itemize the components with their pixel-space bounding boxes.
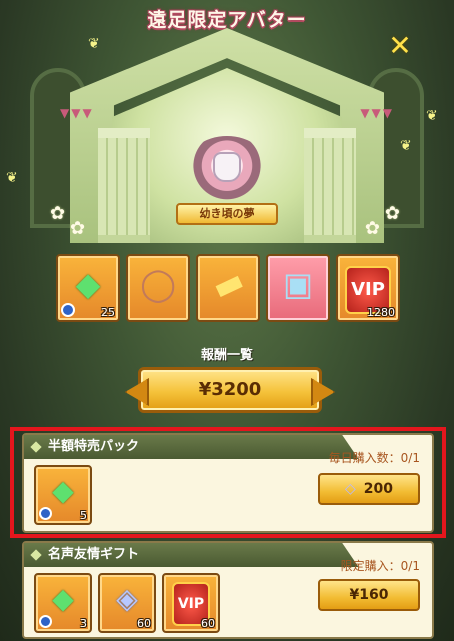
gem-icon: ◇ [344, 481, 356, 497]
clock-icon [39, 615, 52, 628]
flower-icon: ✿ [50, 203, 66, 224]
item-count: 3 [80, 617, 87, 630]
blue-gem-icon: ◈ [116, 582, 138, 615]
clock-icon [61, 303, 75, 317]
pack-items: ◆ 5 [34, 465, 92, 525]
bunting-decoration: ▼▼▼ [60, 106, 94, 120]
bunting-decoration: ▼▼▼ [360, 106, 394, 120]
reward-item[interactable]: VIP 1280 [336, 254, 400, 322]
flower-icon: ✿ [364, 218, 380, 239]
item-count: 1280 [367, 306, 395, 319]
pack-buy-price: 200 [363, 481, 393, 497]
pack-name: 半額特売パック [48, 439, 140, 454]
purchase-button[interactable]: ¥3200 [138, 367, 322, 413]
item-count: 25 [101, 306, 115, 319]
item-count: 60 [201, 617, 215, 630]
pack-name: 名声友情ギフト [48, 547, 140, 562]
item-count: 5 [80, 509, 87, 522]
butterfly-icon: ❦ [6, 170, 18, 186]
flower-icon: ✿ [70, 218, 86, 239]
pack-buy-button[interactable]: ◇ 200 [318, 473, 420, 505]
pack-card-half-price: 半額特売パック 毎日購入数：0/1 ◆ 5 ◇ 200 [22, 433, 434, 533]
pillar [98, 128, 150, 243]
pack-item[interactable]: ◆ 3 [34, 573, 92, 633]
treasure-chest-icon: ▣ [282, 265, 314, 303]
butterfly-icon: ❦ [88, 36, 100, 52]
event-panel: 遠足限定アバター ✕ ▼▼▼ ▼▼▼ ✿ ✿ ✿ ✿ ❦ ❦ ❦ ❦ 幼き頃の夢… [0, 0, 454, 641]
pack-card-friendship-gift: 名声友情ギフト 限定購入：0/1 ◆ 3 ◈ 60 VIP 60 ¥160 [22, 541, 434, 639]
pack-limit: 限定購入：0/1 [340, 559, 420, 573]
diamond-icon [30, 440, 42, 453]
butterfly-icon: ❦ [426, 108, 438, 124]
pack-items: ◆ 3 ◈ 60 VIP 60 [34, 573, 220, 633]
pack-limit: 毎日購入数：0/1 [328, 451, 420, 465]
reward-item[interactable]: ◯ [126, 254, 190, 322]
flower-icon: ✿ [384, 203, 400, 224]
butterfly-icon: ❦ [400, 138, 412, 154]
reward-item[interactable]: ◆ 25 [56, 254, 120, 322]
avatar [213, 152, 241, 182]
pack-item[interactable]: VIP 60 [162, 573, 220, 633]
green-gem-icon: ◆ [75, 265, 101, 303]
item-count: 60 [137, 617, 151, 630]
diamond-icon [30, 548, 42, 561]
green-gem-icon: ◆ [52, 582, 74, 615]
pillar [304, 128, 356, 243]
pack-item[interactable]: ◈ 60 [98, 573, 156, 633]
clock-icon [39, 507, 52, 520]
pack-item[interactable]: ◆ 5 [34, 465, 92, 525]
green-gem-icon: ◆ [52, 474, 74, 507]
avatar-banner: 幼き頃の夢 [176, 203, 278, 225]
scroll-banner-icon: ▬ [206, 260, 250, 308]
wreath-ring-icon: ◯ [140, 265, 176, 303]
reward-item[interactable]: ▣ [266, 254, 330, 322]
reward-item[interactable]: ▬ [196, 254, 260, 322]
reward-list-label: 報酬一覧 [200, 348, 253, 363]
pack-buy-button[interactable]: ¥160 [318, 579, 420, 611]
reward-items: ◆ 25 ◯ ▬ ▣ VIP 1280 [56, 254, 400, 324]
